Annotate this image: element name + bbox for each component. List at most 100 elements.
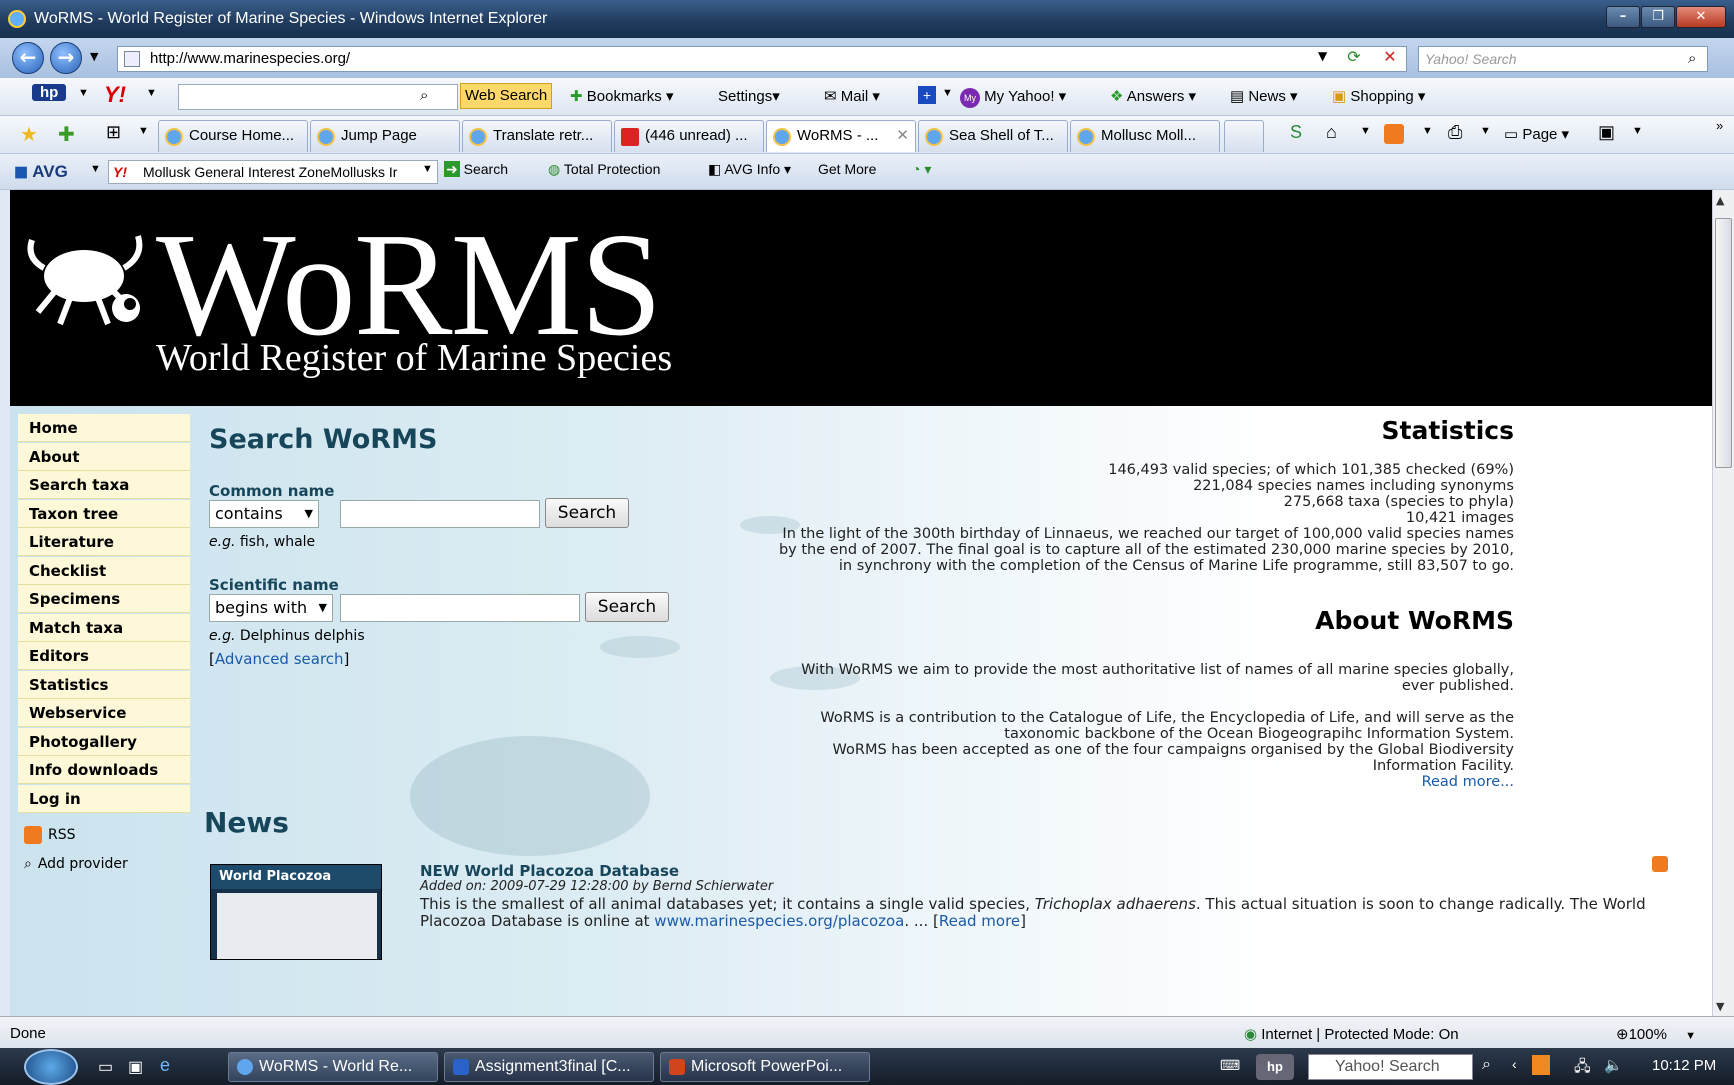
nav-home[interactable]: Home xyxy=(18,414,190,442)
scroll-down-icon[interactable]: ▼ xyxy=(1716,1000,1724,1013)
taskbar-item-assignment[interactable]: Assignment3final [C... xyxy=(444,1052,654,1082)
tab-worms[interactable]: WoRMS - ... ✕ xyxy=(766,120,916,152)
common-name-mode-select[interactable]: contains ▼ xyxy=(209,500,319,528)
hp-icon[interactable]: hp xyxy=(32,84,67,101)
search-icon[interactable]: ⌕ xyxy=(420,87,428,104)
home-dropdown-icon[interactable]: ▼ xyxy=(1360,125,1371,137)
my-yahoo-button[interactable]: My My Yahoo! ▾ xyxy=(960,87,1066,108)
tab-course-home[interactable]: Course Home... xyxy=(158,120,308,152)
avg-search-input[interactable]: Y! Mollusk General Interest ZoneMollusks… xyxy=(108,160,438,184)
back-button[interactable]: ← xyxy=(12,42,44,74)
hp-tray-icon[interactable]: hp xyxy=(1256,1054,1294,1080)
yahoo-logo-icon[interactable]: Y! xyxy=(104,82,126,108)
skype-icon[interactable]: S xyxy=(1290,122,1302,143)
nav-webservice[interactable]: Webservice xyxy=(18,699,190,727)
add-favorites-icon[interactable]: ✚ xyxy=(58,122,75,147)
yahoo-toolbar-search-input[interactable] xyxy=(178,84,458,110)
security-zone[interactable]: ◉ Internet | Protected Mode: On xyxy=(1244,1025,1459,1043)
total-protection-button[interactable]: ◍ Total Protection xyxy=(548,161,660,178)
tray-expand-icon[interactable]: ‹ xyxy=(1512,1056,1517,1072)
home-icon[interactable]: ⌂ xyxy=(1326,122,1337,143)
yahoo-dropdown-icon[interactable]: ▼ xyxy=(146,87,157,99)
keyboard-icon[interactable]: ⌨ xyxy=(1220,1057,1240,1074)
tab-sea-shell[interactable]: Sea Shell of T... xyxy=(918,120,1068,152)
scrollbar-thumb[interactable] xyxy=(1715,218,1732,468)
switch-windows-icon[interactable]: ▣ xyxy=(128,1057,143,1077)
search-icon[interactable]: ⌕ xyxy=(1688,49,1696,67)
answers-button[interactable]: ❖ Answers ▾ xyxy=(1110,87,1196,105)
print-icon[interactable]: ⎙ xyxy=(1448,122,1462,143)
favorites-star-icon[interactable]: ★ xyxy=(20,122,38,147)
get-more-button[interactable]: Get More xyxy=(818,161,876,177)
forward-button[interactable]: → xyxy=(50,42,82,74)
shopping-button[interactable]: ▣ Shopping ▾ xyxy=(1332,87,1425,105)
new-tab-button[interactable] xyxy=(1224,120,1264,152)
add-dropdown-icon[interactable]: ▼ xyxy=(942,87,953,99)
common-name-input[interactable] xyxy=(340,500,540,528)
nav-log-in[interactable]: Log in xyxy=(18,784,190,813)
history-dropdown-icon[interactable]: ▼ xyxy=(90,50,98,63)
stop-icon[interactable]: ✕ xyxy=(1378,47,1402,71)
tab-yahoo-mail[interactable]: (446 unread) ... xyxy=(614,120,764,152)
scientific-name-input[interactable] xyxy=(340,594,580,622)
add-icon[interactable]: + xyxy=(918,86,936,104)
nav-photogallery[interactable]: Photogallery xyxy=(18,727,190,756)
news-button[interactable]: ▤ News ▾ xyxy=(1230,87,1298,105)
nav-checklist[interactable]: Checklist xyxy=(18,556,190,585)
taskbar-yahoo-search[interactable]: Yahoo! Search xyxy=(1308,1054,1473,1080)
close-button[interactable]: ✕ xyxy=(1676,6,1726,28)
scientific-name-mode-select[interactable]: begins with ▼ xyxy=(209,594,333,622)
nav-literature[interactable]: Literature xyxy=(18,528,190,556)
news-headline[interactable]: NEW World Placozoa Database xyxy=(420,862,679,880)
clock[interactable]: 10:12 PM xyxy=(1652,1057,1716,1074)
add-provider-link[interactable]: ⌕ Add provider xyxy=(24,856,128,872)
nav-statistics[interactable]: Statistics xyxy=(18,670,190,699)
feeds-icon[interactable] xyxy=(1384,124,1404,144)
taskbar-item-worms[interactable]: WoRMS - World Re... xyxy=(228,1052,438,1082)
news-read-more-link[interactable]: Read more xyxy=(939,912,1020,930)
taskbar-item-powerpoint[interactable]: Microsoft PowerPoi... xyxy=(660,1052,870,1082)
tools-icon[interactable]: ▣ xyxy=(1598,122,1615,143)
rss-link[interactable]: RSS xyxy=(24,826,76,844)
mail-button[interactable]: ✉ Mail ▾ xyxy=(824,87,880,105)
settings-button[interactable]: Settings▾ xyxy=(718,87,780,105)
avg-dropdown-icon[interactable]: ▼ xyxy=(90,163,101,175)
alert-tray-icon[interactable] xyxy=(1532,1055,1550,1075)
refresh-icon[interactable]: ⟳ xyxy=(1342,47,1366,71)
address-input[interactable]: http://www.marinespecies.org/ xyxy=(117,46,1407,72)
feeds-dropdown-icon[interactable]: ▼ xyxy=(1422,125,1433,137)
scroll-up-icon[interactable]: ▲ xyxy=(1716,194,1724,207)
scientific-search-button[interactable]: Search xyxy=(585,592,669,622)
news-rss-icon[interactable] xyxy=(1652,856,1668,872)
placozoa-link[interactable]: www.marinespecies.org/placozoa xyxy=(654,912,904,930)
hp-dropdown-icon[interactable]: ▼ xyxy=(78,87,89,99)
avg-search-button[interactable]: ➜ Search xyxy=(444,161,508,178)
page-menu-button[interactable]: ▭ Page ▾ xyxy=(1504,125,1569,143)
start-button[interactable] xyxy=(24,1049,78,1085)
zoom-control[interactable]: ⊕100% ▼ xyxy=(1616,1025,1696,1043)
avg-search-dropdown-icon[interactable]: ▼ xyxy=(422,163,433,175)
avg-extra-icon[interactable]: ◔ ▾ xyxy=(912,161,931,178)
minimize-button[interactable]: – xyxy=(1606,6,1640,28)
web-search-button[interactable]: Web Search xyxy=(460,83,553,109)
close-tab-icon[interactable]: ✕ xyxy=(896,121,909,151)
toolbar-overflow-icon[interactable]: » xyxy=(1716,118,1723,133)
advanced-search-link[interactable]: Advanced search xyxy=(215,650,344,668)
quick-tabs-icon[interactable]: ⊞ xyxy=(106,122,121,143)
print-dropdown-icon[interactable]: ▼ xyxy=(1480,125,1491,137)
nav-match-taxa[interactable]: Match taxa xyxy=(18,613,190,642)
nav-taxon-tree[interactable]: Taxon tree xyxy=(18,499,190,528)
yahoo-search-input[interactable]: Yahoo! Search xyxy=(1418,46,1708,72)
tab-list-dropdown-icon[interactable]: ▼ xyxy=(138,125,149,137)
common-search-button[interactable]: Search xyxy=(545,498,629,528)
search-icon[interactable]: ⌕ xyxy=(1482,1056,1491,1074)
tools-dropdown-icon[interactable]: ▼ xyxy=(1632,125,1643,137)
nav-search-taxa[interactable]: Search taxa xyxy=(18,471,190,499)
nav-editors[interactable]: Editors xyxy=(18,642,190,670)
tab-translate[interactable]: Translate retr... xyxy=(462,120,612,152)
vertical-scrollbar[interactable]: ▲ ▼ xyxy=(1712,190,1734,1016)
about-read-more-link[interactable]: Read more... xyxy=(1422,774,1514,790)
avg-info-button[interactable]: ◧ AVG Info ▾ xyxy=(708,161,791,178)
nav-specimens[interactable]: Specimens xyxy=(18,585,190,613)
nav-info-downloads[interactable]: Info downloads xyxy=(18,756,190,784)
